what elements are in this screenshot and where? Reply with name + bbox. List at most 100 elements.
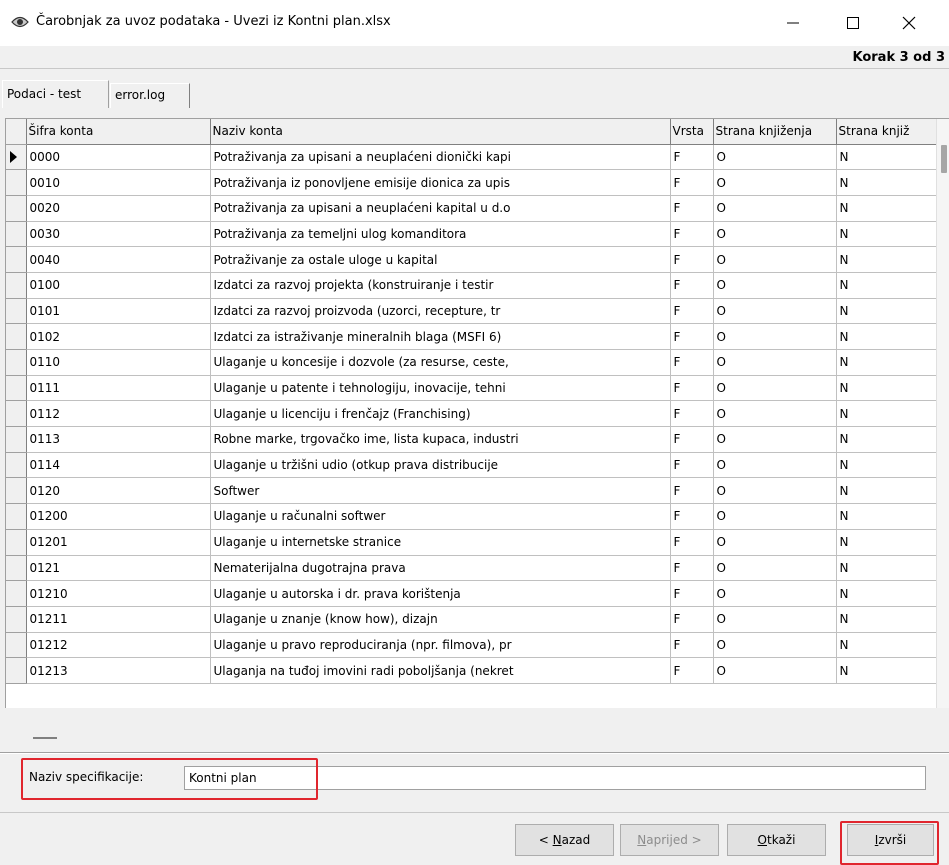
row-indicator[interactable] — [6, 657, 27, 684]
table-cell[interactable]: N — [836, 632, 937, 659]
row-indicator[interactable] — [6, 400, 27, 428]
row-indicator[interactable] — [6, 323, 27, 350]
table-cell[interactable]: O — [713, 246, 837, 273]
table-cell[interactable]: O — [713, 503, 837, 530]
table-row[interactable]: 0110 Ulaganje u koncesije i dozvole (za r… — [6, 349, 937, 376]
row-indicator[interactable] — [6, 632, 27, 659]
table-cell[interactable]: F — [670, 375, 714, 402]
table-row[interactable]: 01211 Ulaganje u znanje (know how), dizaj… — [6, 606, 937, 633]
table-cell[interactable]: N — [836, 452, 937, 479]
table-cell[interactable]: Potraživanje za ostale uloge u kapital — [210, 246, 671, 273]
column-header[interactable]: Vrsta — [670, 119, 714, 145]
table-cell[interactable]: N — [836, 349, 937, 376]
table-cell[interactable]: 0113 — [26, 426, 211, 453]
table-cell[interactable]: 01213 — [26, 657, 211, 684]
table-cell[interactable]: N — [836, 400, 937, 428]
table-cell[interactable]: F — [670, 657, 714, 684]
table-cell[interactable]: Ulaganje u licenciju i frenčajz (Franchi… — [210, 400, 671, 428]
table-cell[interactable]: N — [836, 529, 937, 556]
table-cell[interactable]: N — [836, 477, 937, 505]
table-cell[interactable]: F — [670, 606, 714, 633]
table-row[interactable]: 0112 Ulaganje u licenciju i frenčajz (Fra… — [6, 400, 937, 428]
table-cell[interactable]: 01201 — [26, 529, 211, 556]
table-cell[interactable]: Potraživanja za upisani a neuplaćeni kap… — [210, 195, 671, 222]
table-cell[interactable]: Robne marke, trgovačko ime, lista kupaca… — [210, 426, 671, 453]
table-cell[interactable]: N — [836, 195, 937, 222]
table-cell[interactable]: 0010 — [26, 169, 211, 196]
table-cell[interactable]: F — [670, 580, 714, 607]
table-cell[interactable]: O — [713, 606, 837, 633]
row-indicator[interactable] — [6, 169, 27, 196]
table-cell[interactable]: Softwer — [210, 477, 671, 505]
table-cell[interactable]: Izdatci za razvoj projekta (konstruiranj… — [210, 272, 671, 299]
table-cell[interactable]: N — [836, 323, 937, 350]
row-indicator[interactable] — [6, 144, 27, 171]
table-row[interactable]: 01213 Ulaganja na tuđoj imovini radi pobo… — [6, 657, 937, 684]
table-cell[interactable]: 0111 — [26, 375, 211, 402]
table-row[interactable]: 0100 Izdatci za razvoj projekta (konstrui… — [6, 272, 937, 299]
row-indicator[interactable] — [6, 349, 27, 376]
table-row[interactable]: 0113 Robne marke, trgovačko ime, lista ku… — [6, 426, 937, 453]
row-indicator[interactable] — [6, 580, 27, 607]
table-row[interactable]: 01201 Ulaganje u internetske stranice F O N — [6, 529, 937, 556]
table-cell[interactable]: Ulaganje u koncesije i dozvole (za resur… — [210, 349, 671, 376]
table-cell[interactable]: O — [713, 195, 837, 222]
table-cell[interactable]: 0000 — [26, 144, 211, 171]
splitter-grip[interactable] — [33, 737, 57, 739]
table-cell[interactable]: N — [836, 246, 937, 273]
table-cell[interactable]: 0020 — [26, 195, 211, 222]
table-cell[interactable]: Ulaganje u patente i tehnologiju, inovac… — [210, 375, 671, 402]
row-indicator[interactable] — [6, 529, 27, 556]
table-cell[interactable]: Ulaganje u pravo reproduciranja (npr. fi… — [210, 632, 671, 659]
column-header[interactable]: Šifra konta — [26, 119, 211, 145]
table-cell[interactable]: Ulaganje u tržišni udio (otkup prava dis… — [210, 452, 671, 479]
table-row[interactable]: 01200 Ulaganje u računalni softwer F O N — [6, 503, 937, 530]
row-indicator[interactable] — [6, 477, 27, 505]
table-cell[interactable]: Nematerijalna dugotrajna prava — [210, 555, 671, 582]
table-cell[interactable]: O — [713, 477, 837, 505]
table-cell[interactable]: F — [670, 349, 714, 376]
table-cell[interactable]: O — [713, 400, 837, 428]
table-cell[interactable]: O — [713, 426, 837, 453]
table-cell[interactable]: F — [670, 298, 714, 325]
table-cell[interactable]: O — [713, 529, 837, 556]
table-cell[interactable]: N — [836, 375, 937, 402]
table-cell[interactable]: F — [670, 503, 714, 530]
title-bar[interactable]: Čarobnjak za uvoz podataka - Uvezi iz Ko… — [0, 0, 949, 46]
table-cell[interactable]: Izdatci za razvoj proizvoda (uzorci, rec… — [210, 298, 671, 325]
table-cell[interactable]: N — [836, 555, 937, 582]
close-button[interactable] — [886, 8, 932, 38]
table-cell[interactable]: F — [670, 169, 714, 196]
table-cell[interactable]: N — [836, 657, 937, 684]
vertical-scrollbar[interactable] — [936, 119, 949, 708]
table-cell[interactable]: 0114 — [26, 452, 211, 479]
table-cell[interactable]: Ulaganje u računalni softwer — [210, 503, 671, 530]
table-cell[interactable]: N — [836, 426, 937, 453]
table-cell[interactable]: F — [670, 195, 714, 222]
table-row[interactable]: 0040 Potraživanje za ostale uloge u kapit… — [6, 246, 937, 273]
row-indicator[interactable] — [6, 452, 27, 479]
row-indicator[interactable] — [6, 195, 27, 222]
table-row[interactable]: 0121 Nematerijalna dugotrajna prava F O N — [6, 555, 937, 582]
maximize-button[interactable] — [830, 8, 876, 38]
table-cell[interactable]: N — [836, 503, 937, 530]
table-cell[interactable]: Ulaganje u autorska i dr. prava korišten… — [210, 580, 671, 607]
table-cell[interactable]: N — [836, 144, 937, 171]
table-row[interactable]: 0020 Potraživanja za upisani a neuplaćeni… — [6, 195, 937, 222]
table-cell[interactable]: F — [670, 477, 714, 505]
table-row[interactable]: 0114 Ulaganje u tržišni udio (otkup prava… — [6, 452, 937, 479]
table-row[interactable]: 01210 Ulaganje u autorska i dr. prava kor… — [6, 580, 937, 607]
table-cell[interactable]: N — [836, 221, 937, 248]
table-row[interactable]: 01212 Ulaganje u pravo reproduciranja (np… — [6, 632, 937, 659]
table-cell[interactable]: N — [836, 606, 937, 633]
table-cell[interactable]: F — [670, 426, 714, 453]
table-cell[interactable]: N — [836, 580, 937, 607]
scrollbar-thumb[interactable] — [941, 145, 947, 173]
table-row[interactable]: 0000 Potraživanja za upisani a neuplaćeni… — [6, 144, 937, 171]
table-cell[interactable]: F — [670, 323, 714, 350]
table-cell[interactable]: Izdatci za istraživanje mineralnih blaga… — [210, 323, 671, 350]
row-indicator[interactable] — [6, 426, 27, 453]
table-row[interactable]: 0111 Ulaganje u patente i tehnologiju, in… — [6, 375, 937, 402]
column-header[interactable]: Naziv konta — [210, 119, 671, 145]
table-cell[interactable]: 0110 — [26, 349, 211, 376]
